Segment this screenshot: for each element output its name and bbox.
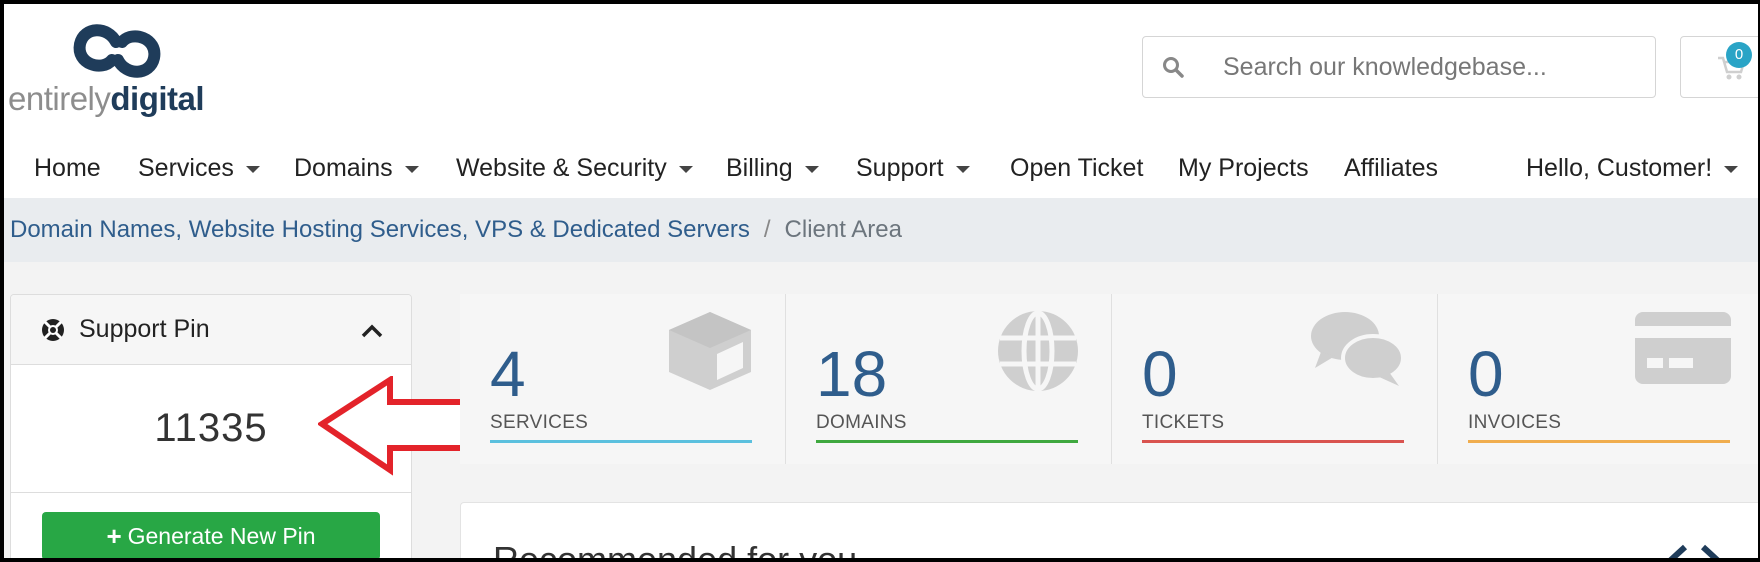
comments-icon: [1311, 312, 1405, 386]
stat-label: SERVICES: [490, 412, 589, 433]
nav-label: Affiliates: [1344, 154, 1439, 182]
logo-text: entirelydigital: [8, 80, 205, 118]
life-ring-icon: [41, 318, 65, 342]
plus-icon: +: [106, 520, 122, 551]
nav-domains[interactable]: Domains: [294, 154, 419, 183]
chevron-up-icon[interactable]: [361, 317, 383, 346]
stat-underline: [1142, 440, 1404, 443]
stat-underline: [490, 440, 752, 443]
breadcrumb-current: Client Area: [784, 216, 902, 243]
caret-down-icon: [804, 166, 819, 173]
generate-new-pin-label: Generate New Pin: [127, 522, 316, 549]
logo[interactable]: entirelydigital: [8, 18, 238, 118]
stat-underline: [1468, 440, 1730, 443]
main-nav: Home Services Domains Website & Security…: [4, 144, 1758, 194]
support-pin-title: Support Pin: [79, 315, 210, 343]
stat-tile-invoices[interactable]: 0 INVOICES: [1438, 294, 1758, 464]
logo-text-light: entirely: [8, 80, 111, 117]
stat-value: 0: [1142, 338, 1178, 410]
nav-label: Billing: [726, 154, 793, 182]
logo-text-bold: digital: [110, 80, 205, 117]
stat-label: DOMAINS: [816, 412, 907, 433]
nav-my-projects[interactable]: My Projects: [1178, 154, 1309, 183]
nav-label: Services: [138, 154, 234, 182]
caret-down-icon: [245, 166, 260, 173]
search-box[interactable]: Search our knowledgebase...: [1142, 36, 1656, 98]
stat-label: INVOICES: [1468, 412, 1562, 433]
chevron-right-icon[interactable]: [1699, 543, 1721, 562]
stat-tile-domains[interactable]: 18 DOMAINS: [786, 294, 1112, 464]
account-label: Hello, Customer!: [1526, 154, 1713, 182]
generate-new-pin-button[interactable]: + Generate New Pin: [42, 512, 380, 558]
breadcrumb: Domain Names, Website Hosting Services, …: [4, 198, 1758, 262]
cart-count-badge: 0: [1726, 42, 1752, 68]
stat-label: TICKETS: [1142, 412, 1225, 433]
chevron-left-icon[interactable]: [1667, 543, 1689, 562]
nav-open-ticket[interactable]: Open Ticket: [1010, 154, 1143, 183]
nav-label: Website & Security: [456, 154, 667, 182]
nav-billing[interactable]: Billing: [726, 154, 819, 183]
red-arrow-annotation: [318, 376, 469, 476]
logo-mark-icon: [73, 24, 161, 78]
stats-tiles: 4 SERVICES 18 DOMAINS 0 TICKETS 0 INVOIC…: [460, 294, 1758, 464]
globe-icon: [998, 310, 1078, 392]
caret-down-icon: [678, 166, 693, 173]
nav-services[interactable]: Services: [138, 154, 260, 183]
stat-value: 18: [816, 338, 888, 410]
stat-underline: [816, 440, 1078, 443]
nav-affiliates[interactable]: Affiliates: [1344, 154, 1438, 183]
stat-tile-services[interactable]: 4 SERVICES: [460, 294, 786, 464]
stat-value: 0: [1468, 338, 1504, 410]
carousel-nav: [1667, 543, 1721, 562]
caret-down-icon: [1724, 166, 1739, 173]
caret-down-icon: [404, 166, 419, 173]
cube-icon: [669, 312, 751, 390]
credit-card-icon: [1635, 312, 1731, 384]
nav-label: Domains: [294, 154, 393, 182]
nav-home[interactable]: Home: [34, 154, 101, 183]
search-icon: [1143, 56, 1203, 78]
recommended-title: Recommended for you: [493, 539, 858, 562]
nav-label: Home: [34, 154, 101, 182]
nav-website-security[interactable]: Website & Security: [456, 154, 693, 183]
breadcrumb-separator: /: [763, 216, 771, 243]
account-menu[interactable]: Hello, Customer!: [1526, 154, 1739, 183]
breadcrumb-home-link[interactable]: Domain Names, Website Hosting Services, …: [10, 216, 750, 244]
caret-down-icon: [955, 166, 970, 173]
page-frame: entirelydigital Search our knowledgebase…: [0, 0, 1760, 562]
nav-support[interactable]: Support: [856, 154, 970, 183]
nav-label: My Projects: [1178, 154, 1309, 182]
search-placeholder[interactable]: Search our knowledgebase...: [1223, 53, 1547, 82]
stat-value: 4: [490, 338, 526, 410]
support-pin-header[interactable]: Support Pin: [11, 295, 411, 365]
nav-label: Support: [856, 154, 944, 182]
stat-tile-tickets[interactable]: 0 TICKETS: [1112, 294, 1438, 464]
recommended-panel: Recommended for you: [460, 502, 1758, 562]
nav-label: Open Ticket: [1010, 154, 1144, 182]
